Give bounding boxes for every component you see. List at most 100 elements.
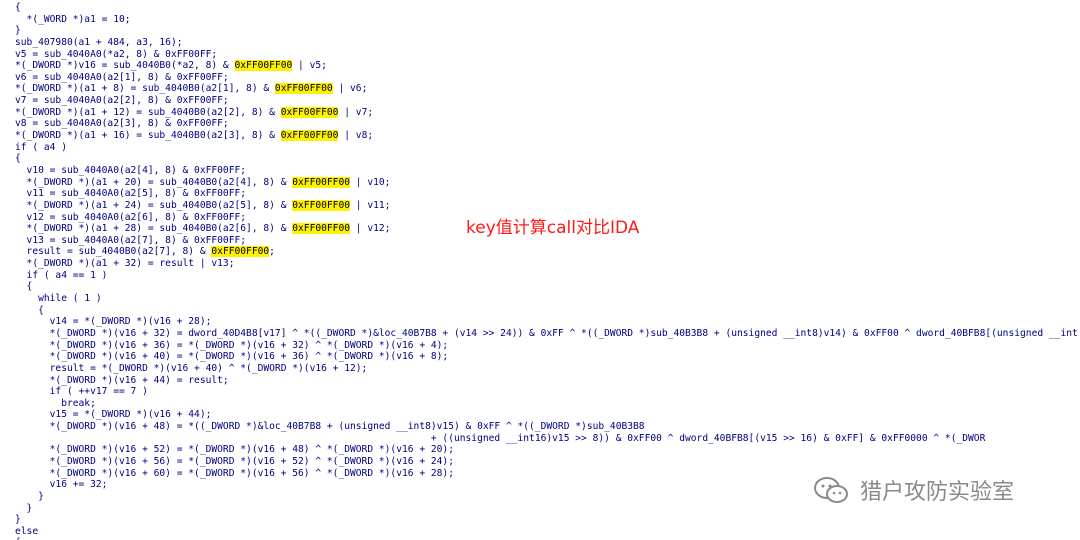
highlighted-constant: 0xFF00FF00 bbox=[234, 60, 293, 72]
code-text: v13 = sub_4040A0(a2[7], 8) & 0xFF00FF; bbox=[15, 234, 247, 246]
code-text: sub_407980(a1 + 484, a3, 16); bbox=[15, 36, 183, 48]
code-line[interactable]: *(_DWORD *)(a1 + 8) = sub_4040B0(a2[1], … bbox=[0, 83, 1080, 95]
code-line[interactable]: *(_WORD *)a1 = 10; bbox=[0, 14, 1080, 26]
code-line[interactable]: *(_DWORD *)(a1 + 32) = result | v13; bbox=[0, 258, 1080, 270]
code-line[interactable]: if ( a4 ) bbox=[0, 142, 1080, 154]
code-line[interactable]: v10 = sub_4040A0(a2[4], 8) & 0xFF00FF; bbox=[0, 165, 1080, 177]
code-text: if ( ++v17 == 7 ) bbox=[15, 386, 148, 398]
code-line[interactable]: result = *(_DWORD *)(v16 + 40) ^ *(_DWOR… bbox=[0, 363, 1080, 375]
code-text: *(_DWORD *)(a1 + 28) = sub_4040B0(a2[6],… bbox=[15, 223, 293, 235]
watermark-text: 猎户攻防实验室 bbox=[860, 480, 1015, 505]
code-text: *(_DWORD *)(v16 + 44) = result; bbox=[15, 374, 229, 386]
code-line[interactable]: *(_DWORD *)(a1 + 12) = sub_4040B0(a2[2],… bbox=[0, 106, 1080, 119]
code-line[interactable]: v7 = sub_4040A0(a2[2], 8) & 0xFF00FF; bbox=[0, 95, 1080, 107]
code-line[interactable]: v14 = *(_DWORD *)(v16 + 28); bbox=[0, 316, 1080, 328]
code-text: v6 = sub_4040A0(a2[1], 8) & 0xFF00FF; bbox=[15, 71, 229, 83]
code-text: *(_DWORD *)(v16 + 40) = *(_DWORD *)(v16 … bbox=[15, 351, 449, 363]
code-text: *(_DWORD *)(v16 + 56) = *(_DWORD *)(v16 … bbox=[15, 455, 454, 467]
code-text: v15 = *(_DWORD *)(v16 + 44); bbox=[15, 409, 212, 421]
code-line[interactable]: v5 = sub_4040A0(*a2, 8) & 0xFF00FF; bbox=[0, 49, 1080, 61]
code-text: while ( 1 ) bbox=[15, 293, 102, 305]
code-line[interactable]: *(_DWORD *)v16 = sub_4040B0(*a2, 8) & 0x… bbox=[0, 60, 1080, 72]
pseudocode-view[interactable]: { *(_WORD *)a1 = 10;} sub_407980(a1 + 484… bbox=[0, 0, 1080, 540]
code-text: *(_DWORD *)(a1 + 20) = sub_4040B0(a2[4],… bbox=[15, 176, 293, 188]
code-line[interactable]: } bbox=[0, 514, 1080, 526]
code-line[interactable]: *(_DWORD *)(a1 + 16) = sub_4040B0(a2[3],… bbox=[0, 130, 1080, 142]
highlighted-constant: 0xFF00FF00 bbox=[292, 176, 351, 188]
code-line[interactable]: if ( ++v17 == 7 ) bbox=[0, 386, 1080, 398]
code-line[interactable]: + ((unsigned __int16)v15 >> 8)) & 0xFF00… bbox=[0, 433, 1080, 445]
code-line[interactable]: break; bbox=[0, 398, 1080, 410]
code-text: | v6; bbox=[332, 83, 368, 95]
code-text: | v12; bbox=[350, 223, 391, 235]
code-line[interactable]: } bbox=[0, 25, 1080, 37]
code-text: *(_DWORD *)(v16 + 32) = dword_40D4B8[v17… bbox=[15, 327, 1078, 339]
code-text: { bbox=[15, 281, 33, 293]
code-text: v10 = sub_4040A0(a2[4], 8) & 0xFF00FF; bbox=[15, 164, 247, 176]
code-text: *(_DWORD *)(v16 + 48) = *((_DWORD *)&loc… bbox=[15, 421, 645, 433]
code-line[interactable]: v11 = sub_4040A0(a2[5], 8) & 0xFF00FF; bbox=[0, 188, 1080, 200]
wechat-icon bbox=[814, 477, 848, 503]
highlighted-constant: 0xFF00FF00 bbox=[292, 199, 351, 211]
highlighted-constant: 0xFF00FF00 bbox=[211, 246, 270, 258]
code-text: v5 = sub_4040A0(*a2, 8) & 0xFF00FF; bbox=[15, 48, 218, 60]
code-text: } bbox=[15, 502, 33, 514]
code-text: } bbox=[15, 25, 21, 37]
code-line[interactable]: *(_DWORD *)(v16 + 44) = result; bbox=[0, 375, 1080, 387]
code-text: | v5; bbox=[292, 60, 327, 72]
code-text: | v7; bbox=[338, 106, 374, 118]
code-line[interactable]: *(_DWORD *)(a1 + 24) = sub_4040B0(a2[5],… bbox=[0, 199, 1080, 212]
code-line[interactable]: else bbox=[0, 526, 1080, 538]
code-line[interactable]: { bbox=[0, 153, 1080, 165]
code-text: *(_DWORD *)(v16 + 52) = *(_DWORD *)(v16 … bbox=[15, 444, 454, 456]
code-text: v16 += 32; bbox=[15, 479, 108, 491]
code-text: result = *(_DWORD *)(v16 + 40) ^ *(_DWOR… bbox=[15, 362, 368, 374]
code-text: { bbox=[15, 153, 21, 165]
code-text: *(_DWORD *)(a1 + 12) = sub_4040B0(a2[2],… bbox=[15, 106, 281, 118]
code-line[interactable]: { bbox=[0, 2, 1080, 14]
watermark: 猎户攻防实验室 bbox=[812, 474, 1014, 506]
code-text: | v8; bbox=[338, 130, 374, 142]
code-line[interactable]: result = sub_4040B0(a2[7], 8) & 0xFF00FF… bbox=[0, 246, 1080, 258]
highlighted-constant: 0xFF00FF00 bbox=[280, 106, 339, 118]
code-line[interactable]: *(_DWORD *)(v16 + 56) = *(_DWORD *)(v16 … bbox=[0, 456, 1080, 468]
code-text: *(_DWORD *)(v16 + 36) = *(_DWORD *)(v16 … bbox=[15, 339, 449, 351]
code-line[interactable]: *(_DWORD *)(a1 + 20) = sub_4040B0(a2[4],… bbox=[0, 176, 1080, 189]
code-line[interactable]: v6 = sub_4040A0(a2[1], 8) & 0xFF00FF; bbox=[0, 72, 1080, 84]
code-line[interactable]: v8 = sub_4040A0(a2[3], 8) & 0xFF00FF; bbox=[0, 118, 1080, 130]
code-line[interactable]: sub_407980(a1 + 484, a3, 16); bbox=[0, 37, 1080, 49]
code-text: { bbox=[15, 2, 21, 13]
annotation-text: key值计算call对比IDA bbox=[466, 218, 640, 238]
code-text: else bbox=[15, 525, 39, 537]
code-line[interactable]: v15 = *(_DWORD *)(v16 + 44); bbox=[0, 409, 1080, 421]
highlighted-constant: 0xFF00FF00 bbox=[292, 223, 351, 235]
code-line[interactable]: *(_DWORD *)(v16 + 40) = *(_DWORD *)(v16 … bbox=[0, 351, 1080, 363]
code-text: | v11; bbox=[350, 199, 391, 211]
code-text: *(_DWORD *)v16 = sub_4040B0(*a2, 8) & bbox=[15, 60, 235, 72]
code-line[interactable]: *(_DWORD *)(v16 + 36) = *(_DWORD *)(v16 … bbox=[0, 340, 1080, 352]
code-text: if ( a4 ) bbox=[15, 141, 67, 153]
code-line[interactable]: *(_DWORD *)(v16 + 32) = dword_40D4B8[v17… bbox=[0, 328, 1080, 340]
code-line[interactable]: *(_DWORD *)(v16 + 48) = *((_DWORD *)&loc… bbox=[0, 421, 1080, 433]
code-text: if ( a4 == 1 ) bbox=[15, 269, 108, 281]
code-text: + ((unsigned __int16)v15 >> 8)) & 0xFF00… bbox=[15, 432, 986, 444]
code-line[interactable]: *(_DWORD *)(v16 + 52) = *(_DWORD *)(v16 … bbox=[0, 444, 1080, 456]
code-text: *(_DWORD *)(a1 + 32) = result | v13; bbox=[15, 258, 235, 270]
highlighted-constant: 0xFF00FF00 bbox=[274, 83, 333, 95]
code-text: *(_DWORD *)(a1 + 16) = sub_4040B0(a2[3],… bbox=[15, 130, 281, 142]
code-text: } bbox=[15, 514, 21, 526]
code-text: v8 = sub_4040A0(a2[3], 8) & 0xFF00FF; bbox=[15, 118, 229, 130]
code-text: *(_DWORD *)(a1 + 24) = sub_4040B0(a2[5],… bbox=[15, 199, 293, 211]
code-text: v11 = sub_4040A0(a2[5], 8) & 0xFF00FF; bbox=[15, 188, 247, 200]
code-text: *(_WORD *)a1 = 10; bbox=[15, 13, 131, 25]
code-text: break; bbox=[15, 397, 96, 409]
code-text: *(_DWORD *)(v16 + 60) = *(_DWORD *)(v16 … bbox=[15, 467, 454, 479]
code-line[interactable]: { bbox=[0, 281, 1080, 293]
code-line[interactable]: if ( a4 == 1 ) bbox=[0, 270, 1080, 282]
code-text: } bbox=[15, 490, 44, 502]
code-text: | v10; bbox=[350, 176, 391, 188]
code-text: *(_DWORD *)(a1 + 8) = sub_4040B0(a2[1], … bbox=[15, 83, 275, 95]
code-text: ; bbox=[269, 246, 275, 258]
code-line[interactable]: while ( 1 ) bbox=[0, 293, 1080, 305]
code-line[interactable]: { bbox=[0, 305, 1080, 317]
